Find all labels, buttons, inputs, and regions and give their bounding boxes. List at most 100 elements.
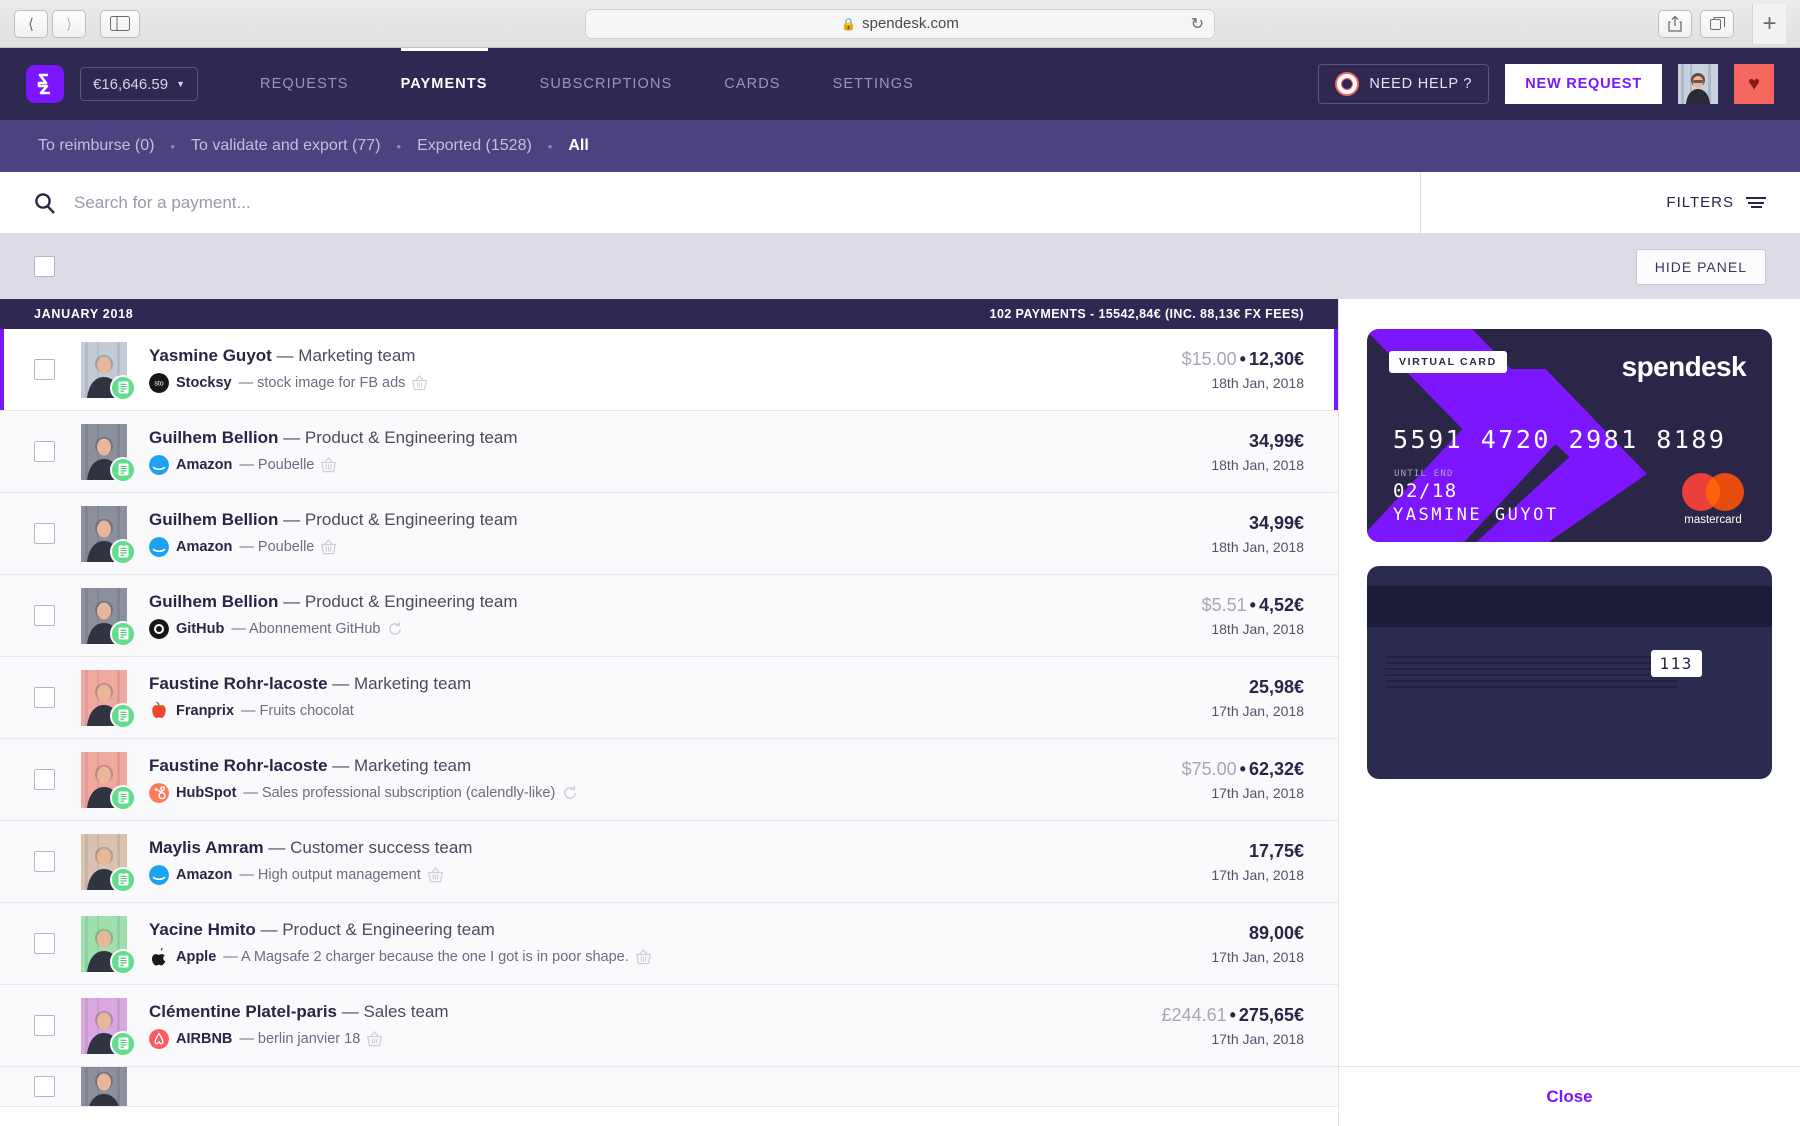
row-team: Product & Engineering team [304, 428, 518, 447]
row-amount: $15.00 • 12,30€ [1181, 348, 1304, 369]
table-row[interactable]: Clémentine Platel-paris — Sales team AIRB… [0, 985, 1338, 1067]
row-checkbox[interactable] [34, 523, 55, 544]
table-row[interactable]: Guilhem Bellion — Product & Engineering … [0, 411, 1338, 493]
avatar [81, 751, 136, 811]
row-user: Faustine Rohr-lacoste [149, 674, 328, 693]
row-amount: 89,00€ [1094, 923, 1304, 944]
nav-item-payments[interactable]: PAYMENTS [375, 48, 514, 120]
row-amount-block: $5.51 • 4,52€ 18th Jan, 2018 [1094, 595, 1304, 637]
row-merchant-line: Amazon — High output management [149, 865, 1094, 885]
user-avatar[interactable] [1678, 64, 1718, 104]
row-original-amount: $5.51 [1201, 594, 1247, 615]
table-row[interactable] [0, 1067, 1338, 1107]
nav-item-settings[interactable]: SETTINGS [807, 48, 940, 120]
row-merchant-line: AIRBNB — berlin janvier 18 [149, 1029, 1094, 1049]
filters-label: FILTERS [1666, 194, 1734, 211]
basket-icon [427, 867, 443, 883]
select-all-checkbox[interactable] [34, 256, 55, 277]
subnav-item-exported[interactable]: Exported (1528) [417, 137, 532, 155]
card-panel-footer: Close [1339, 1066, 1800, 1126]
row-checkbox[interactable] [34, 605, 55, 626]
subnav-item-to-validate[interactable]: To validate and export (77) [191, 137, 380, 155]
row-team: Product & Engineering team [304, 510, 518, 529]
receipt-attached-icon [110, 620, 136, 647]
reload-icon[interactable]: ↻ [1191, 14, 1204, 34]
recurring-icon [387, 621, 403, 637]
row-date: 18th Jan, 2018 [1211, 456, 1304, 473]
row-amount: 25,98€ [1094, 677, 1304, 698]
basket-icon [412, 375, 428, 391]
spendesk-brand-text: spendesk [1621, 351, 1747, 382]
row-original-amount: £244.61 [1161, 1004, 1227, 1025]
row-user: Clémentine Platel-paris [149, 1002, 338, 1021]
subnav-item-all[interactable]: All [568, 137, 588, 155]
month-group-header: JANUARY 2018 102 PAYMENTS - 15542,84€ (I… [0, 299, 1338, 329]
subnav-separator: • [396, 138, 402, 154]
row-checkbox[interactable] [34, 933, 55, 954]
table-row[interactable]: Faustine Rohr-lacoste — Marketing team Fr… [0, 657, 1338, 739]
need-help-button[interactable]: NEED HELP ? [1318, 64, 1490, 104]
balance-dropdown[interactable]: €16,646.59 ▼ [80, 67, 198, 101]
payments-list-column: JANUARY 2018 102 PAYMENTS - 15542,84€ (I… [0, 299, 1338, 1126]
table-row[interactable]: Yasmine Guyot — Marketing team sto Stocksy… [0, 329, 1338, 411]
row-user: Guilhem Bellion [149, 510, 279, 529]
row-checkbox[interactable] [34, 769, 55, 790]
row-info: Guilhem Bellion — Product & Engineering … [149, 510, 1094, 557]
table-row[interactable]: Guilhem Bellion — Product & Engineering … [0, 575, 1338, 657]
row-amount-eur: 62,32€ [1248, 758, 1304, 779]
nav-item-cards[interactable]: CARDS [698, 48, 806, 120]
spendesk-logo-icon[interactable] [26, 65, 64, 103]
subnav-separator: • [170, 138, 176, 154]
amazon-icon [149, 455, 169, 475]
share-icon[interactable] [1658, 9, 1692, 38]
sidebar-toggle-icon[interactable] [100, 9, 140, 38]
card-detail-panel: VIRTUAL CARD spendesk 5591 4720 2981 818… [1338, 299, 1800, 1126]
table-row[interactable]: Guilhem Bellion — Product & Engineering … [0, 493, 1338, 575]
avatar [81, 341, 136, 401]
row-amount-block: 89,00€ 17th Jan, 2018 [1094, 923, 1304, 965]
nav-item-requests[interactable]: REQUESTS [234, 48, 375, 120]
table-row[interactable]: Maylis Amram — Customer success team Amaz… [0, 821, 1338, 903]
table-row[interactable]: Yacine Hmito — Product & Engineering tea… [0, 903, 1338, 985]
new-tab-plus-icon[interactable]: + [1752, 3, 1786, 44]
receipt-attached-icon [110, 866, 136, 893]
row-user-team: Yasmine Guyot — Marketing team [149, 346, 416, 365]
row-user: Yacine Hmito [149, 920, 256, 939]
row-amount-block: £244.61 • 275,65€ 17th Jan, 2018 [1094, 1005, 1304, 1047]
avatar [81, 997, 136, 1057]
row-checkbox[interactable] [34, 359, 55, 380]
back-chevron-icon[interactable]: ⟨ [14, 9, 48, 38]
signature-lines [1385, 656, 1677, 692]
row-amount: 34,99€ [1094, 513, 1304, 534]
row-amount: 17,75€ [1094, 841, 1304, 862]
table-row[interactable]: Faustine Rohr-lacoste — Marketing team Hu… [0, 739, 1338, 821]
row-checkbox[interactable] [34, 1076, 55, 1097]
airbnb-icon [149, 1029, 169, 1049]
row-amount-eur: 34,99€ [1248, 430, 1304, 451]
new-request-button[interactable]: NEW REQUEST [1505, 64, 1662, 104]
tab-overview-icon[interactable] [1700, 9, 1734, 38]
row-date: 17th Jan, 2018 [1211, 702, 1304, 719]
row-checkbox[interactable] [34, 1015, 55, 1036]
balance-amount: €16,646.59 [93, 75, 169, 93]
nav-item-subscriptions[interactable]: SUBSCRIPTIONS [514, 48, 699, 120]
avatar [81, 587, 136, 647]
filters-button[interactable]: FILTERS [1420, 172, 1800, 233]
search-icon [34, 192, 56, 214]
browser-nav-group: ⟨ ⟩ [14, 9, 86, 38]
forward-chevron-icon[interactable]: ⟩ [52, 9, 86, 38]
row-checkbox[interactable] [34, 441, 55, 462]
row-description: — Abonnement GitHub [231, 621, 381, 637]
address-bar[interactable]: 🔒 spendesk.com ↻ [585, 8, 1215, 39]
row-checkbox[interactable] [34, 687, 55, 708]
receipt-attached-icon [110, 538, 136, 565]
svg-text:sto: sto [154, 381, 163, 388]
search-input[interactable] [74, 192, 1420, 213]
heart-icon[interactable]: ♥ [1734, 64, 1774, 104]
subnav-item-to-reimburse[interactable]: To reimburse (0) [38, 137, 154, 155]
receipt-attached-icon [110, 1030, 136, 1057]
row-date: 18th Jan, 2018 [1211, 374, 1304, 391]
row-checkbox[interactable] [34, 851, 55, 872]
close-button[interactable]: Close [1546, 1087, 1592, 1107]
hide-panel-button[interactable]: HIDE PANEL [1635, 248, 1766, 285]
